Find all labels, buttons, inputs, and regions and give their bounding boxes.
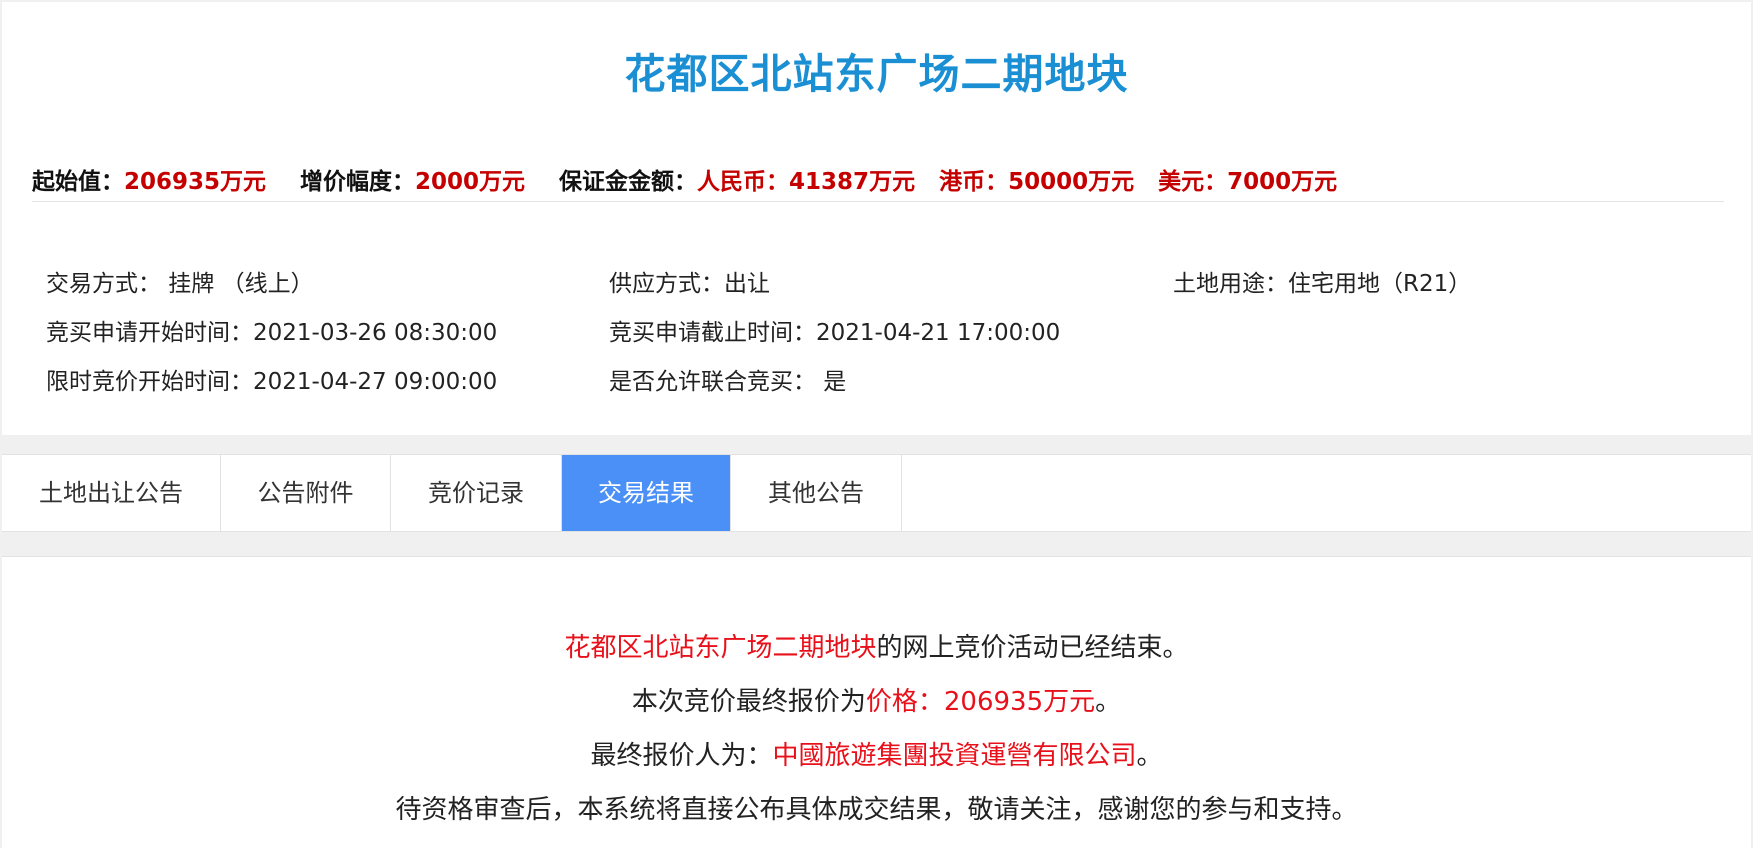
result-line-3: 最终报价人为：中國旅遊集團投資運營有限公司。 [2, 735, 1751, 772]
bid-start-time: 限时竞价开始时间：2021-04-27 09:00:00 [46, 369, 498, 395]
tab-trade-result[interactable]: 交易结果 [562, 455, 731, 531]
result-line-4: 待资格审查后，本系统将直接公布具体成交结果，敬请关注，感谢您的参与和支持。 [395, 795, 1358, 825]
start-price-label: 起始值： [32, 169, 124, 195]
apply-start-time: 竞买申请开始时间：2021-03-26 08:30:00 [46, 320, 498, 346]
deposit-label: 保证金金额： [559, 169, 698, 195]
deposit-hkd: 港币：50000万元 [939, 169, 1135, 195]
deposit-rmb: 人民币：41387万元 [697, 169, 916, 195]
result-line-2: 本次竞价最终报价为价格：206935万元。 [2, 681, 1751, 718]
start-price-value: 206935万元 [124, 169, 267, 195]
price-row: 起始值：206935万元 增价幅度：2000万元 保证金金额：人民币：41387万元… [32, 162, 1722, 202]
result-line-1-text: 的网上竞价活动已经结束。 [876, 633, 1189, 663]
result-line-3-text: 最终报价人为： [590, 741, 773, 771]
result-land-name: 花都区北站东广场二期地块 [564, 633, 877, 663]
result-line-3-end: 。 [1136, 741, 1163, 771]
trade-method: 交易方式： 挂牌 （线上） [46, 271, 314, 297]
final-price: 价格：206935万元 [865, 687, 1096, 717]
land-summary-panel: 花都区北站东广场二期地块 起始值：206935万元 增价幅度：2000万元 保证金金… [2, 2, 1751, 435]
result-line-2-text: 本次竞价最终报价为 [631, 687, 866, 717]
increment-value: 2000万元 [415, 169, 526, 195]
tab-other-announcements[interactable]: 其他公告 [731, 455, 902, 531]
page-title: 花都区北站东广场二期地块 [624, 50, 1129, 98]
joint-bid-allowed: 是否允许联合竞买： 是 [609, 369, 847, 395]
tab-land-announcement[interactable]: 土地出让公告 [2, 455, 221, 531]
final-bidder: 中國旅遊集團投資運營有限公司 [772, 741, 1137, 771]
deposit-usd: 美元：7000万元 [1158, 169, 1338, 195]
trade-result-panel: 花都区北站东广场二期地块的网上竞价活动已经结束。 本次竞价最终报价为价格：206… [2, 556, 1751, 848]
land-use: 土地用途：住宅用地（R21） [1173, 271, 1472, 297]
increment-label: 增价幅度： [300, 169, 416, 195]
result-line-1: 花都区北站东广场二期地块的网上竞价活动已经结束。 [2, 627, 1751, 664]
tab-bid-records[interactable]: 竞价记录 [391, 455, 562, 531]
tab-bar: 土地出让公告 公告附件 竞价记录 交易结果 其他公告 [2, 454, 1751, 532]
apply-end-time: 竞买申请截止时间：2021-04-21 17:00:00 [609, 320, 1061, 346]
tab-attachments[interactable]: 公告附件 [221, 455, 391, 531]
result-line-2-end: 。 [1095, 687, 1122, 717]
divider [32, 201, 1724, 202]
supply-method: 供应方式：出让 [609, 271, 770, 297]
